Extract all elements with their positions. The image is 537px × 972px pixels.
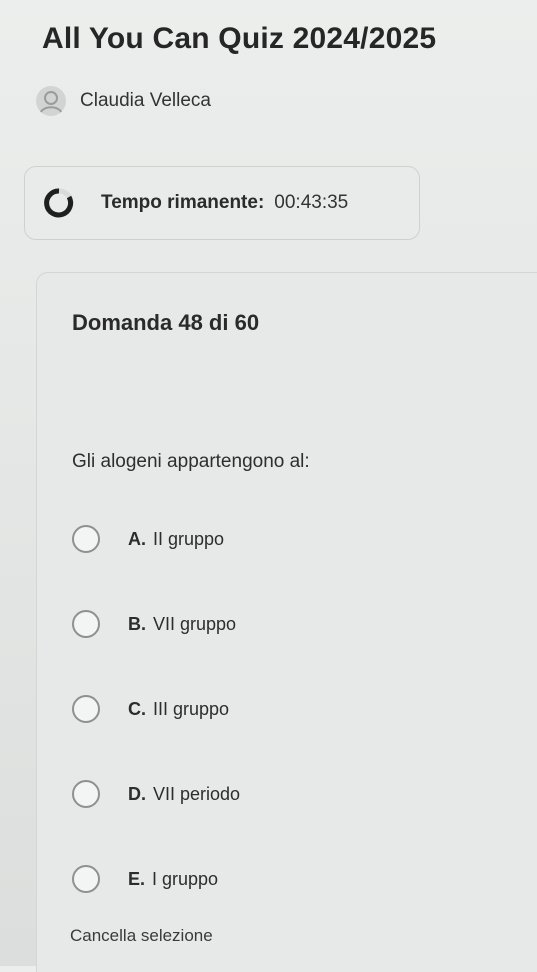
option-letter: A.: [128, 528, 146, 549]
radio-button-icon[interactable]: [72, 610, 100, 638]
question-text: Gli alogeni appartengono al:: [72, 451, 310, 472]
timer-label: Tempo rimanente:: [101, 192, 265, 213]
radio-button-icon[interactable]: [72, 525, 100, 553]
timer-value: 00:43:35: [274, 192, 349, 213]
user-info: Claudia Velleca: [36, 86, 211, 116]
clear-selection-link[interactable]: Cancella selezione: [70, 926, 213, 946]
timer-progress-icon: [44, 188, 74, 218]
avatar-icon: [36, 86, 66, 116]
option-letter: C.: [128, 698, 146, 719]
page-title: All You Can Quiz 2024/2025: [42, 22, 437, 55]
option-b[interactable]: B. VII gruppo: [72, 595, 472, 653]
timer-panel: Tempo rimanente: 00:43:35: [24, 166, 420, 240]
option-text: III gruppo: [153, 698, 230, 719]
option-e[interactable]: E. I gruppo: [72, 850, 472, 908]
option-letter: E.: [128, 868, 146, 889]
option-text: VII periodo: [153, 783, 241, 804]
radio-button-icon[interactable]: [72, 865, 100, 893]
question-number: Domanda 48 di 60: [72, 310, 260, 335]
radio-button-icon[interactable]: [72, 695, 100, 723]
user-name: Claudia Velleca: [80, 90, 211, 111]
option-text: I gruppo: [152, 868, 219, 889]
answer-options: A. II gruppo B. VII gruppo C. III gruppo…: [72, 510, 472, 935]
option-c[interactable]: C. III gruppo: [72, 680, 472, 738]
option-text: II gruppo: [153, 528, 225, 549]
option-letter: D.: [128, 783, 146, 804]
radio-button-icon[interactable]: [72, 780, 100, 808]
option-a[interactable]: A. II gruppo: [72, 510, 472, 568]
option-text: VII gruppo: [153, 613, 237, 634]
option-d[interactable]: D. VII periodo: [72, 765, 472, 823]
option-letter: B.: [128, 613, 146, 634]
